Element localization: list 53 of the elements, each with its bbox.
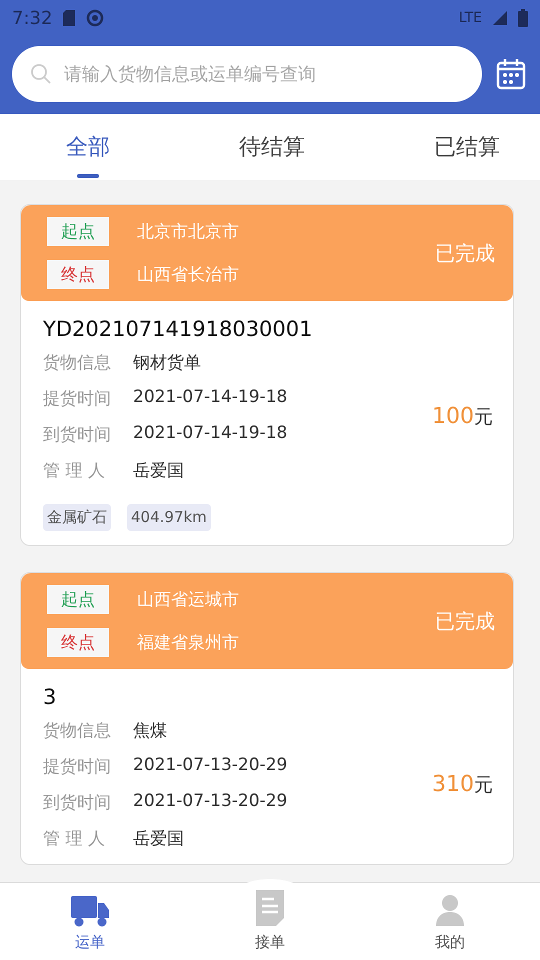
field-label: 货物信息 <box>43 720 112 742</box>
destination-city: 福建省泉州市 <box>137 632 239 654</box>
end-label: 终点 <box>47 628 109 657</box>
order-status: 已完成 <box>435 608 495 634</box>
field-value: 岳爱国 <box>133 828 184 850</box>
field-value: 钢材货单 <box>133 352 201 374</box>
field-value: 2021-07-14-19-18 <box>133 423 288 445</box>
sd-card-icon <box>62 9 76 27</box>
battery-icon <box>518 9 528 27</box>
field-value: 2021-07-13-20-29 <box>133 791 288 813</box>
network-type: LTE <box>458 10 482 26</box>
circle-icon <box>86 9 104 27</box>
search-field[interactable]: 请输入货物信息或运单编号查询 <box>12 46 482 102</box>
tag: 404.97km <box>127 504 211 531</box>
start-label: 起点 <box>47 585 109 614</box>
field-label: 到货时间 <box>43 424 112 446</box>
filter-tab[interactable]: 已结算 <box>426 114 508 180</box>
order-number: YD202107141918030001 <box>43 317 314 341</box>
field-label: 管 理 人 <box>43 828 106 850</box>
person-icon <box>434 893 466 927</box>
signal-icon <box>492 10 508 26</box>
field-value: 焦煤 <box>133 720 167 742</box>
search-icon <box>30 63 52 85</box>
field-label: 管 理 人 <box>43 460 106 482</box>
price-unit: 元 <box>474 774 493 796</box>
field-value: 2021-07-13-20-29 <box>133 755 288 777</box>
nav-tab[interactable]: 运单 <box>35 895 145 960</box>
end-label: 终点 <box>47 260 109 289</box>
price-amount: 310 <box>432 772 474 796</box>
tag: 金属矿石 <box>43 504 111 531</box>
origin-city: 北京市北京市 <box>137 221 239 243</box>
status-time: 7:32 <box>12 8 52 28</box>
filter-tab[interactable]: 全部 <box>58 114 118 180</box>
field-value: 岳爱国 <box>133 460 184 482</box>
nav-tab[interactable]: 我的 <box>395 893 505 960</box>
price-amount: 100 <box>432 404 474 428</box>
filter-tab[interactable]: 待结算 <box>231 114 313 180</box>
calendar-icon[interactable] <box>496 58 526 90</box>
field-label: 提货时间 <box>43 756 112 778</box>
order-card[interactable]: 起点 北京市北京市 终点 山西省长治市 已完成 YD202107141918030001 货物信息 钢材货单 提货时间 2021-07-14-19-18 到货时间 2021-07-14-19-18 管 理 人 岳爱国 100元 金属矿石 404.97km <box>20 204 514 546</box>
origin-city: 山西省运城市 <box>137 589 239 611</box>
order-number: 3 <box>43 685 58 709</box>
order-card[interactable]: 起点 山西省运城市 终点 福建省泉州市 已完成 3 货物信息 焦煤 提货时间 2021-07-13-20-29 到货时间 2021-07-13-20-29 管 理 人 岳爱国 310元 <box>20 572 514 865</box>
order-status: 已完成 <box>435 240 495 266</box>
field-label: 货物信息 <box>43 352 112 374</box>
start-label: 起点 <box>47 217 109 246</box>
field-label: 到货时间 <box>43 792 112 814</box>
price-unit: 元 <box>474 406 493 428</box>
field-label: 提货时间 <box>43 388 112 410</box>
truck-icon <box>70 895 110 927</box>
field-value: 2021-07-14-19-18 <box>133 387 288 409</box>
document-icon <box>255 889 285 927</box>
destination-city: 山西省长治市 <box>137 264 239 286</box>
